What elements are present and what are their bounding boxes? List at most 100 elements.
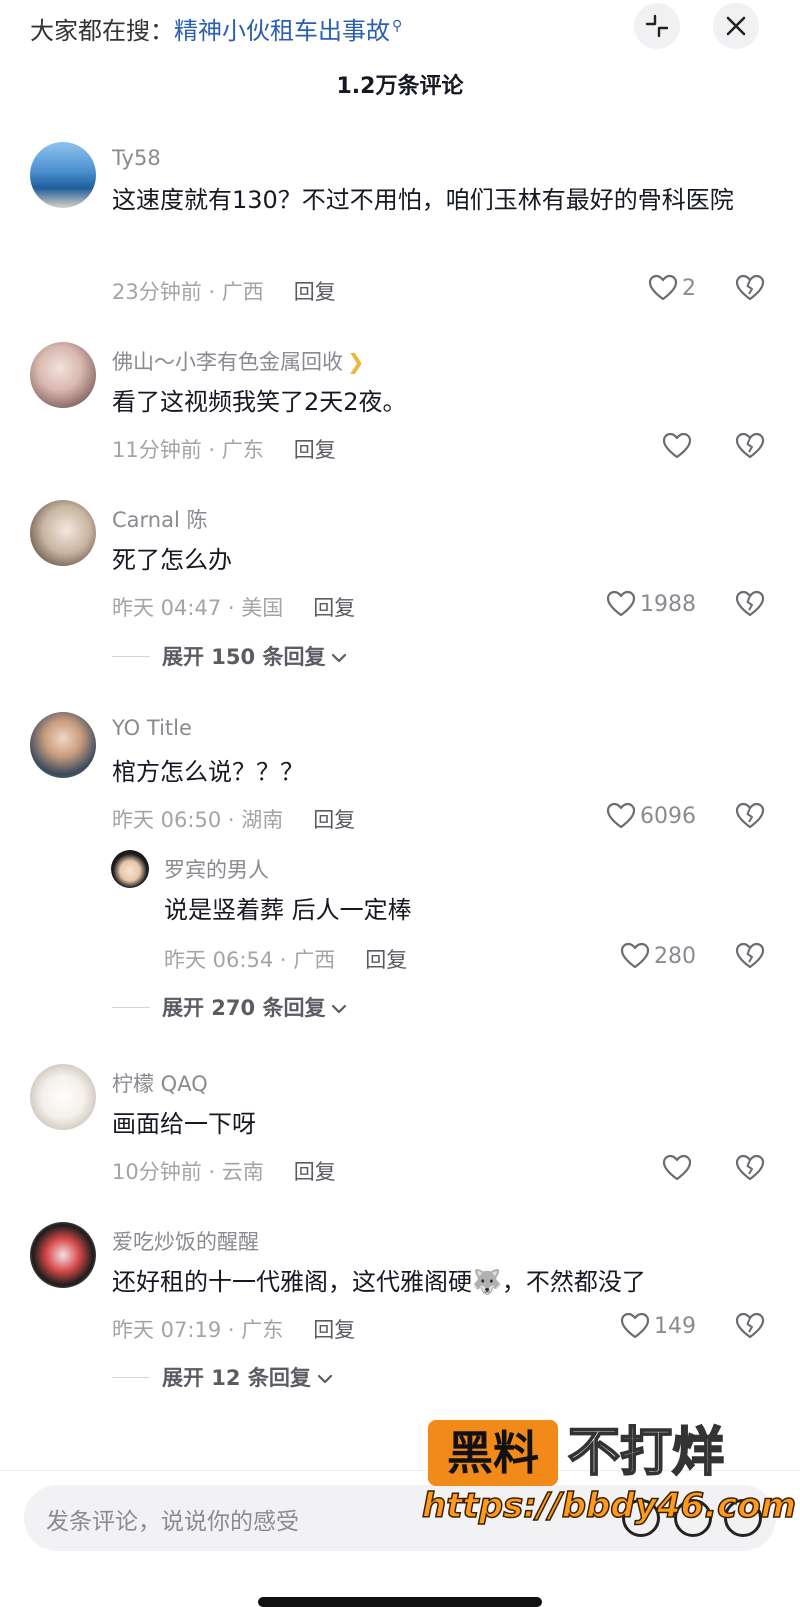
divider bbox=[112, 655, 150, 657]
comment-time-location: 11分钟前 · 广东 bbox=[112, 438, 264, 462]
expand-replies-button[interactable]: 展开 12 条回复 bbox=[112, 1362, 333, 1392]
comment-username[interactable]: 爱吃炒饭的醒醒 bbox=[112, 1226, 259, 1256]
heart-icon bbox=[606, 802, 636, 829]
dislike-button[interactable] bbox=[735, 590, 765, 622]
comment-text: 棺方怎么说？？？ bbox=[112, 758, 304, 786]
heart-icon bbox=[662, 432, 692, 459]
like-count: 1988 bbox=[640, 591, 696, 617]
dislike-button[interactable] bbox=[735, 432, 765, 464]
watermark-badge: 黑料 bbox=[428, 1420, 558, 1486]
comment-username-text: 佛山～小李有色金属回收 bbox=[112, 350, 343, 374]
dislike-button[interactable] bbox=[735, 1154, 765, 1186]
avatar[interactable] bbox=[30, 1222, 96, 1288]
like-count: 149 bbox=[654, 1313, 696, 1339]
dislike-button[interactable] bbox=[735, 1312, 765, 1344]
close-button[interactable] bbox=[713, 3, 759, 49]
heart-icon bbox=[648, 274, 678, 301]
expand-replies-label: 展开 12 条回复 bbox=[162, 1366, 311, 1390]
comment-username[interactable]: YO Title bbox=[112, 716, 192, 740]
broken-heart-icon bbox=[735, 1154, 765, 1181]
heart-icon bbox=[620, 942, 650, 969]
dislike-button[interactable] bbox=[735, 802, 765, 834]
expand-replies-button[interactable]: 展开 150 条回复 bbox=[112, 641, 347, 671]
broken-heart-icon bbox=[735, 802, 765, 829]
comment-meta: 昨天 06:50 · 湖南 回复 bbox=[112, 804, 355, 834]
expand-replies-button[interactable]: 展开 270 条回复 bbox=[112, 992, 347, 1022]
dislike-button[interactable] bbox=[735, 274, 765, 306]
comment-username[interactable]: 柠檬 QAQ bbox=[112, 1068, 208, 1098]
divider bbox=[112, 1006, 150, 1008]
divider bbox=[112, 1376, 150, 1378]
comment-input-placeholder: 发条评论，说说你的感受 bbox=[46, 1509, 299, 1535]
like-button[interactable]: 6096 bbox=[606, 802, 696, 830]
comment-text: 死了怎么办 bbox=[112, 546, 232, 574]
collapse-icon bbox=[645, 14, 669, 38]
like-count: 280 bbox=[654, 943, 696, 969]
comment-username[interactable]: 佛山～小李有色金属回收 ❯ bbox=[112, 346, 365, 376]
broken-heart-icon bbox=[735, 942, 765, 969]
comment-count-title: 1.2万条评论 bbox=[336, 74, 464, 99]
reply-username[interactable]: 罗宾的男人 bbox=[164, 854, 269, 884]
comment-text: 画面给一下呀 bbox=[112, 1110, 256, 1138]
expand-replies-label: 展开 270 条回复 bbox=[162, 996, 326, 1020]
avatar[interactable] bbox=[30, 712, 96, 778]
chevron-down-icon bbox=[331, 995, 347, 1019]
broken-heart-icon bbox=[735, 274, 765, 301]
reply-button[interactable]: 回复 bbox=[294, 280, 336, 304]
broken-heart-icon bbox=[735, 590, 765, 617]
close-icon bbox=[726, 16, 746, 36]
avatar[interactable] bbox=[30, 500, 96, 566]
heart-icon bbox=[606, 590, 636, 617]
comment-time-location: 10分钟前 · 云南 bbox=[112, 1160, 264, 1184]
comment-username[interactable]: Carnal 陈 bbox=[112, 504, 207, 534]
avatar[interactable] bbox=[30, 1064, 96, 1130]
watermark-url: https://bbdy46.com bbox=[421, 1485, 797, 1527]
reply-button[interactable]: 回复 bbox=[313, 808, 355, 832]
heart-icon bbox=[662, 1154, 692, 1181]
comment-text: 看了这视频我笑了2天2夜。 bbox=[112, 388, 407, 416]
reply-button[interactable]: 回复 bbox=[294, 438, 336, 462]
comment-username[interactable]: Ty58 bbox=[112, 146, 161, 170]
chevron-down-icon bbox=[331, 644, 347, 668]
comment-meta: 昨天 04:47 · 美国 回复 bbox=[112, 592, 355, 622]
watermark: 黑料 不打烊 https://bbdy46.com bbox=[421, 1420, 797, 1530]
search-suggestion[interactable]: 大家都在搜：精神小伙租车出事故 ⚲ bbox=[30, 10, 402, 47]
like-button[interactable] bbox=[662, 1154, 696, 1182]
like-button[interactable]: 149 bbox=[620, 1312, 696, 1340]
comment-meta: 23分钟前 · 广西 回复 bbox=[112, 276, 336, 306]
reply-button[interactable]: 回复 bbox=[313, 1318, 355, 1342]
like-button[interactable]: 2 bbox=[648, 274, 696, 302]
expand-replies-label: 展开 150 条回复 bbox=[162, 645, 326, 669]
comment-time-location: 23分钟前 · 广西 bbox=[112, 280, 264, 304]
comment-time-location: 昨天 07:19 · 广东 bbox=[112, 1318, 284, 1342]
comment-meta: 昨天 07:19 · 广东 回复 bbox=[112, 1314, 355, 1344]
comment-meta: 11分钟前 · 广东 回复 bbox=[112, 434, 336, 464]
reply-button[interactable]: 回复 bbox=[313, 596, 355, 620]
search-icon: ⚲ bbox=[392, 18, 403, 34]
collapse-button[interactable] bbox=[634, 3, 680, 49]
comment-time-location: 昨天 04:47 · 美国 bbox=[112, 596, 284, 620]
avatar[interactable] bbox=[30, 142, 96, 208]
comment-meta: 10分钟前 · 云南 回复 bbox=[112, 1156, 336, 1186]
like-count: 6096 bbox=[640, 803, 696, 829]
comment-text: 还好租的十一代雅阁，这代雅阁硬🐺，不然都没了 bbox=[112, 1268, 646, 1296]
reply-avatar[interactable] bbox=[111, 850, 149, 888]
reply-button[interactable]: 回复 bbox=[294, 1160, 336, 1184]
reply-button[interactable]: 回复 bbox=[365, 948, 407, 972]
dislike-button[interactable] bbox=[735, 942, 765, 974]
like-button[interactable]: 1988 bbox=[606, 590, 696, 618]
avatar[interactable] bbox=[30, 342, 96, 408]
broken-heart-icon bbox=[735, 1312, 765, 1339]
reply-meta: 昨天 06:54 · 广西 回复 bbox=[164, 944, 407, 974]
reply-time-location: 昨天 06:54 · 广西 bbox=[164, 948, 336, 972]
search-suggestion-prefix: 大家都在搜： bbox=[30, 17, 174, 45]
search-suggestion-keyword[interactable]: 精神小伙租车出事故 bbox=[174, 17, 390, 45]
comment-time-location: 昨天 06:50 · 湖南 bbox=[112, 808, 284, 832]
top-bar: 大家都在搜：精神小伙租车出事故 ⚲ bbox=[0, 0, 800, 56]
like-count: 2 bbox=[682, 275, 696, 301]
chevron-down-icon bbox=[317, 1365, 333, 1389]
like-button[interactable]: 280 bbox=[620, 942, 696, 970]
badge-icon: ❯ bbox=[347, 350, 365, 374]
home-indicator bbox=[258, 1597, 542, 1607]
like-button[interactable] bbox=[662, 432, 696, 460]
